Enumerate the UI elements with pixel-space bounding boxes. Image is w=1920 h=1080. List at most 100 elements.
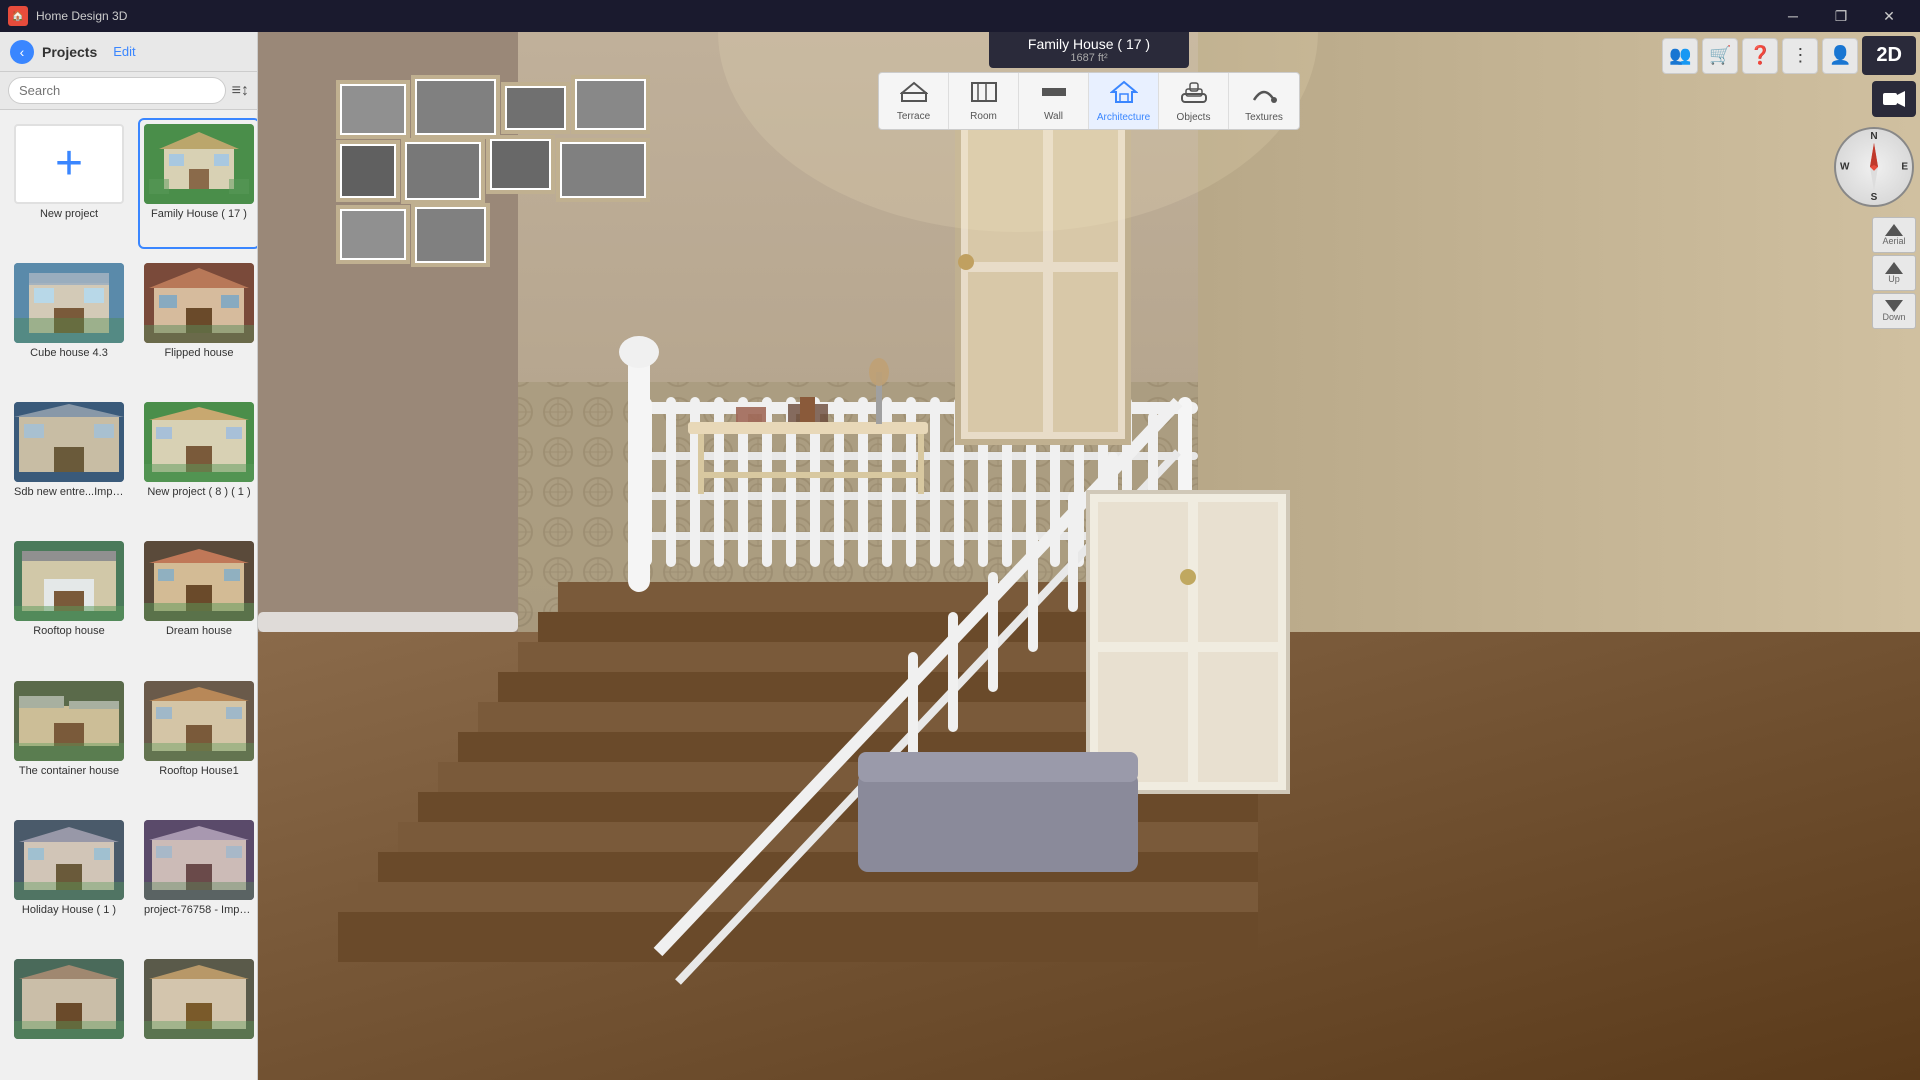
- sidebar-header: ‹ Projects Edit: [0, 32, 257, 72]
- compass-east: E: [1901, 162, 1908, 173]
- top-toolbar: Family House ( 17 ) 1687 ft² Terrace Roo…: [878, 32, 1300, 130]
- project-label-dream-house: Dream house: [166, 625, 232, 637]
- rooftop-house-thumb: [14, 541, 124, 621]
- project-item-flipped-house[interactable]: Flipped house: [138, 257, 257, 388]
- project-item-project-76758[interactable]: project-76758 - Importé: [138, 814, 257, 945]
- sort-button[interactable]: ≡↕: [232, 82, 249, 100]
- up-button[interactable]: Up: [1872, 255, 1916, 291]
- toolbar-terrace[interactable]: Terrace: [879, 73, 949, 129]
- sidebar-nav: ‹ Projects Edit: [10, 40, 136, 64]
- project-label-flipped-house: Flipped house: [164, 347, 233, 359]
- sidebar: ‹ Projects Edit ≡↕ + New project: [0, 32, 258, 1080]
- help-button[interactable]: ❓: [1742, 38, 1778, 74]
- up-icon: [1885, 262, 1903, 274]
- project-item-bottom2[interactable]: [138, 953, 257, 1072]
- project-item-dream-house[interactable]: Dream house: [138, 535, 257, 666]
- toolbar-architecture[interactable]: Architecture: [1089, 73, 1159, 129]
- new-project-8-thumb: [144, 402, 254, 482]
- flipped-house-thumb: [144, 263, 254, 343]
- new-project-8-svg: [144, 402, 254, 482]
- project-title-bar: Family House ( 17 ) 1687 ft²: [989, 32, 1189, 68]
- project-label-cube-house: Cube house 4.3: [30, 347, 108, 359]
- project-label-project-76758: project-76758 - Importé: [144, 904, 254, 916]
- textures-icon: [1250, 80, 1278, 110]
- toolbar-room[interactable]: Room: [949, 73, 1019, 129]
- compass-circle: N S E W: [1834, 127, 1914, 207]
- video-row: [1872, 81, 1916, 117]
- dream-house-svg: [144, 541, 254, 621]
- minimize-button[interactable]: ─: [1770, 0, 1816, 32]
- view-2d-button[interactable]: 2D: [1862, 36, 1916, 75]
- nav-arrows: Aerial Up Down: [1872, 217, 1916, 329]
- flipped-house-svg: [144, 263, 254, 343]
- container-house-thumb: [14, 681, 124, 761]
- architecture-icon: [1110, 80, 1138, 110]
- right-top-row: 👥 🛒 ❓ ⋮ 👤 2D: [1662, 36, 1916, 75]
- objects-icon: [1180, 80, 1208, 110]
- terrace-icon: [900, 81, 928, 109]
- users-button[interactable]: 👥: [1662, 38, 1698, 74]
- sdb-new-thumb: [14, 402, 124, 482]
- search-bar: ≡↕: [0, 72, 257, 110]
- project-item-holiday-house[interactable]: Holiday House ( 1 ): [8, 814, 130, 945]
- compass: N S E W: [1834, 127, 1914, 207]
- bottom2-svg: [144, 959, 254, 1039]
- video-camera-icon: [1883, 90, 1905, 108]
- dream-house-thumb: [144, 541, 254, 621]
- menu-button[interactable]: ⋮: [1782, 38, 1818, 74]
- project-item-rooftop-house1[interactable]: Rooftop House1: [138, 675, 257, 806]
- toolbar-objects[interactable]: Objects: [1159, 73, 1229, 129]
- cube-house-thumb: [14, 263, 124, 343]
- project-label-rooftop-house1: Rooftop House1: [159, 765, 239, 777]
- compass-north: N: [1870, 131, 1877, 142]
- sdb-new-svg: [14, 402, 124, 482]
- compass-needle-svg: [1844, 137, 1904, 197]
- right-panel: 👥 🛒 ❓ ⋮ 👤 2D N S E W: [1662, 36, 1916, 329]
- app-icon: 🏠: [8, 6, 28, 26]
- project-item-container-house[interactable]: The container house: [8, 675, 130, 806]
- project-item-bottom1[interactable]: [8, 953, 130, 1072]
- project-item-new[interactable]: + New project: [8, 118, 130, 249]
- project-label-container-house: The container house: [19, 765, 119, 777]
- project-item-sdb-new[interactable]: Sdb new entre...Importé ( 2 ): [8, 396, 130, 527]
- compass-west: W: [1840, 162, 1849, 173]
- bottom2-thumb: [144, 959, 254, 1039]
- projects-label: Projects: [42, 44, 97, 60]
- bottom1-svg: [14, 959, 124, 1039]
- down-label: Down: [1882, 312, 1905, 322]
- project-item-family-house[interactable]: Family House ( 17 ): [138, 118, 257, 249]
- back-button[interactable]: ‹: [10, 40, 34, 64]
- restore-button[interactable]: ❐: [1818, 0, 1864, 32]
- project-label-sdb-new: Sdb new entre...Importé ( 2 ): [14, 486, 124, 498]
- toolbar-buttons: Terrace Room Wall Architecture: [878, 72, 1300, 130]
- project-item-cube-house[interactable]: Cube house 4.3: [8, 257, 130, 388]
- main-viewport[interactable]: Family House ( 17 ) 1687 ft² Terrace Roo…: [258, 32, 1920, 1080]
- new-project-thumb: +: [14, 124, 124, 204]
- project-label-family-house: Family House ( 17 ): [151, 208, 247, 220]
- project-item-rooftop-house[interactable]: Rooftop house: [8, 535, 130, 666]
- title-bar: 🏠 Home Design 3D ─ ❐ ✕: [0, 0, 1920, 32]
- edit-button[interactable]: Edit: [113, 44, 135, 59]
- project-label-new-project-8: New project ( 8 ) ( 1 ): [147, 486, 250, 498]
- down-icon: [1885, 300, 1903, 312]
- project-title: Family House ( 17 ): [1013, 36, 1165, 52]
- aerial-icon: [1885, 224, 1903, 236]
- up-label: Up: [1888, 274, 1900, 284]
- project-grid: + New project Family House ( 17 ): [0, 110, 257, 1080]
- room-icon: [970, 81, 998, 109]
- rooftop-house-svg: [14, 541, 124, 621]
- project-item-new-project-8[interactable]: New project ( 8 ) ( 1 ): [138, 396, 257, 527]
- account-button[interactable]: 👤: [1822, 38, 1858, 74]
- aerial-button[interactable]: Aerial: [1872, 217, 1916, 253]
- search-input[interactable]: [8, 77, 226, 104]
- toolbar-textures[interactable]: Textures: [1229, 73, 1299, 129]
- close-button[interactable]: ✕: [1866, 0, 1912, 32]
- toolbar-wall[interactable]: Wall: [1019, 73, 1089, 129]
- down-button[interactable]: Down: [1872, 293, 1916, 329]
- cart-button[interactable]: 🛒: [1702, 38, 1738, 74]
- rooftop-house1-svg: [144, 681, 254, 761]
- holiday-house-svg: [14, 820, 124, 900]
- project-label-holiday-house: Holiday House ( 1 ): [22, 904, 116, 916]
- rooftop-house1-thumb: [144, 681, 254, 761]
- video-button[interactable]: [1872, 81, 1916, 117]
